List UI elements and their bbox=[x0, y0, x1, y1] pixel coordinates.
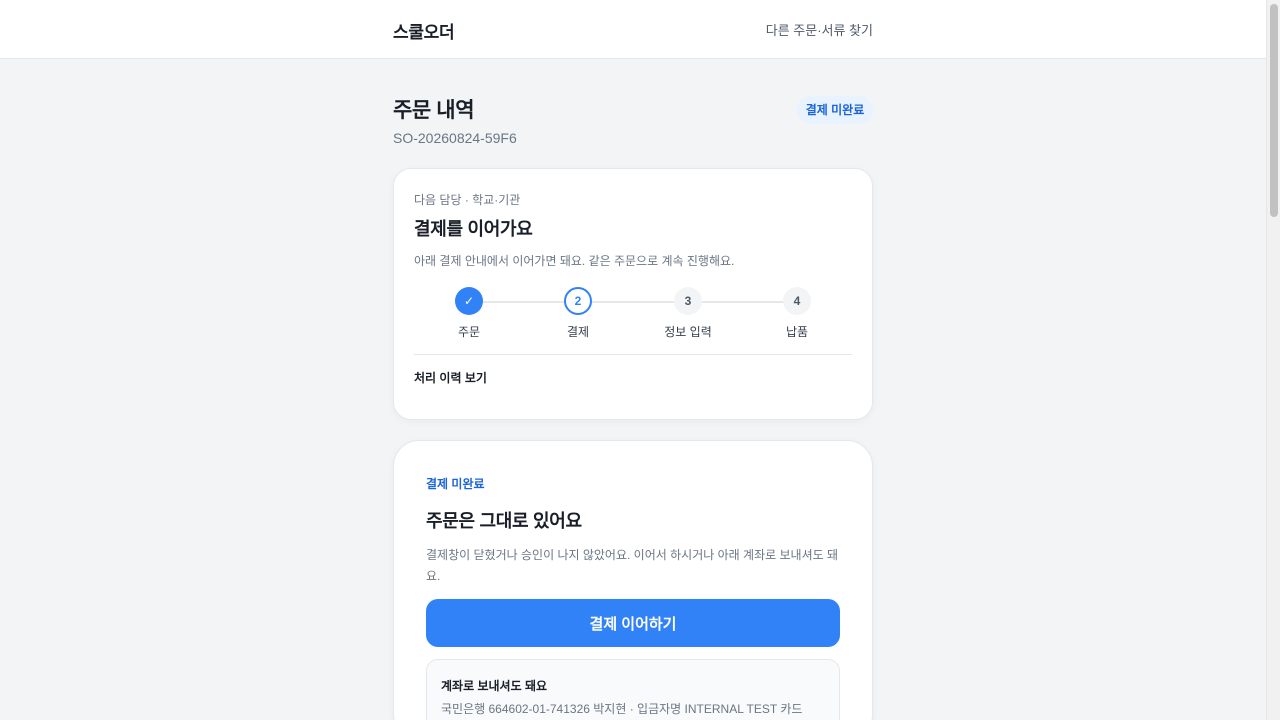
brand-logo[interactable]: 스쿨오더 bbox=[393, 18, 455, 43]
step-number: 3 bbox=[674, 287, 702, 315]
step-number: 2 bbox=[564, 287, 592, 315]
step-label: 주문 bbox=[457, 325, 481, 339]
progress-description: 아래 결제 안내에서 이어가면 돼요. 같은 주문으로 계속 진행해요. bbox=[414, 254, 735, 268]
step-order: ✓ 주문 bbox=[429, 287, 509, 340]
payment-status-label: 결제 미완료 bbox=[426, 477, 485, 491]
divider bbox=[414, 354, 852, 355]
check-icon: ✓ bbox=[455, 287, 483, 315]
progress-card: 다음 담당 · 학교·기관 결제를 이어가요 아래 결제 안내에서 이어가면 돼… bbox=[393, 168, 873, 420]
order-id: SO-20260824-59F6 bbox=[393, 130, 517, 146]
step-info-entry: 3 정보 입력 bbox=[648, 287, 728, 340]
step-label: 정보 입력 bbox=[664, 325, 712, 339]
payment-card: 결제 미완료 주문은 그대로 있어요 결제창이 닫혔거나 승인이 나지 않았어요… bbox=[393, 440, 873, 720]
step-number: 4 bbox=[783, 287, 811, 315]
view-history-link[interactable]: 처리 이력 보기 bbox=[414, 369, 487, 386]
step-label: 납품 bbox=[785, 325, 809, 339]
next-owner-label: 다음 담당 · 학교·기관 bbox=[414, 193, 521, 207]
status-badge: 결제 미완료 bbox=[797, 96, 873, 124]
payment-description: 결제창이 닫혔거나 승인이 나지 않았어요. 이어서 하시거나 아래 계좌로 보… bbox=[426, 548, 839, 583]
order-stepper: ✓ 주문 2 결제 3 정보 입력 4 납품 bbox=[414, 287, 852, 343]
bank-transfer-title: 계좌로 보내셔도 돼요 bbox=[441, 679, 548, 693]
bank-transfer-box: 계좌로 보내셔도 돼요 국민은행 664602-01-741326 박지현 · … bbox=[426, 659, 840, 720]
find-other-orders-link[interactable]: 다른 주문·서류 찾기 bbox=[766, 20, 873, 39]
page-title: 주문 내역 bbox=[393, 99, 475, 122]
payment-heading: 주문은 그대로 있어요 bbox=[426, 511, 582, 531]
scrollbar-thumb[interactable] bbox=[1270, 4, 1278, 217]
step-payment: 2 결제 bbox=[538, 287, 618, 340]
page-scrollbar[interactable] bbox=[1266, 0, 1280, 720]
step-label: 결제 bbox=[566, 325, 590, 339]
bank-account-info: 국민은행 664602-01-741326 박지현 · 입금자명 INTERNA… bbox=[441, 702, 803, 716]
top-bar: 스쿨오더 다른 주문·서류 찾기 bbox=[0, 0, 1266, 59]
continue-payment-button[interactable]: 결제 이어하기 bbox=[426, 599, 840, 647]
progress-heading: 결제를 이어가요 bbox=[414, 219, 533, 239]
step-delivery: 4 납품 bbox=[757, 287, 837, 340]
